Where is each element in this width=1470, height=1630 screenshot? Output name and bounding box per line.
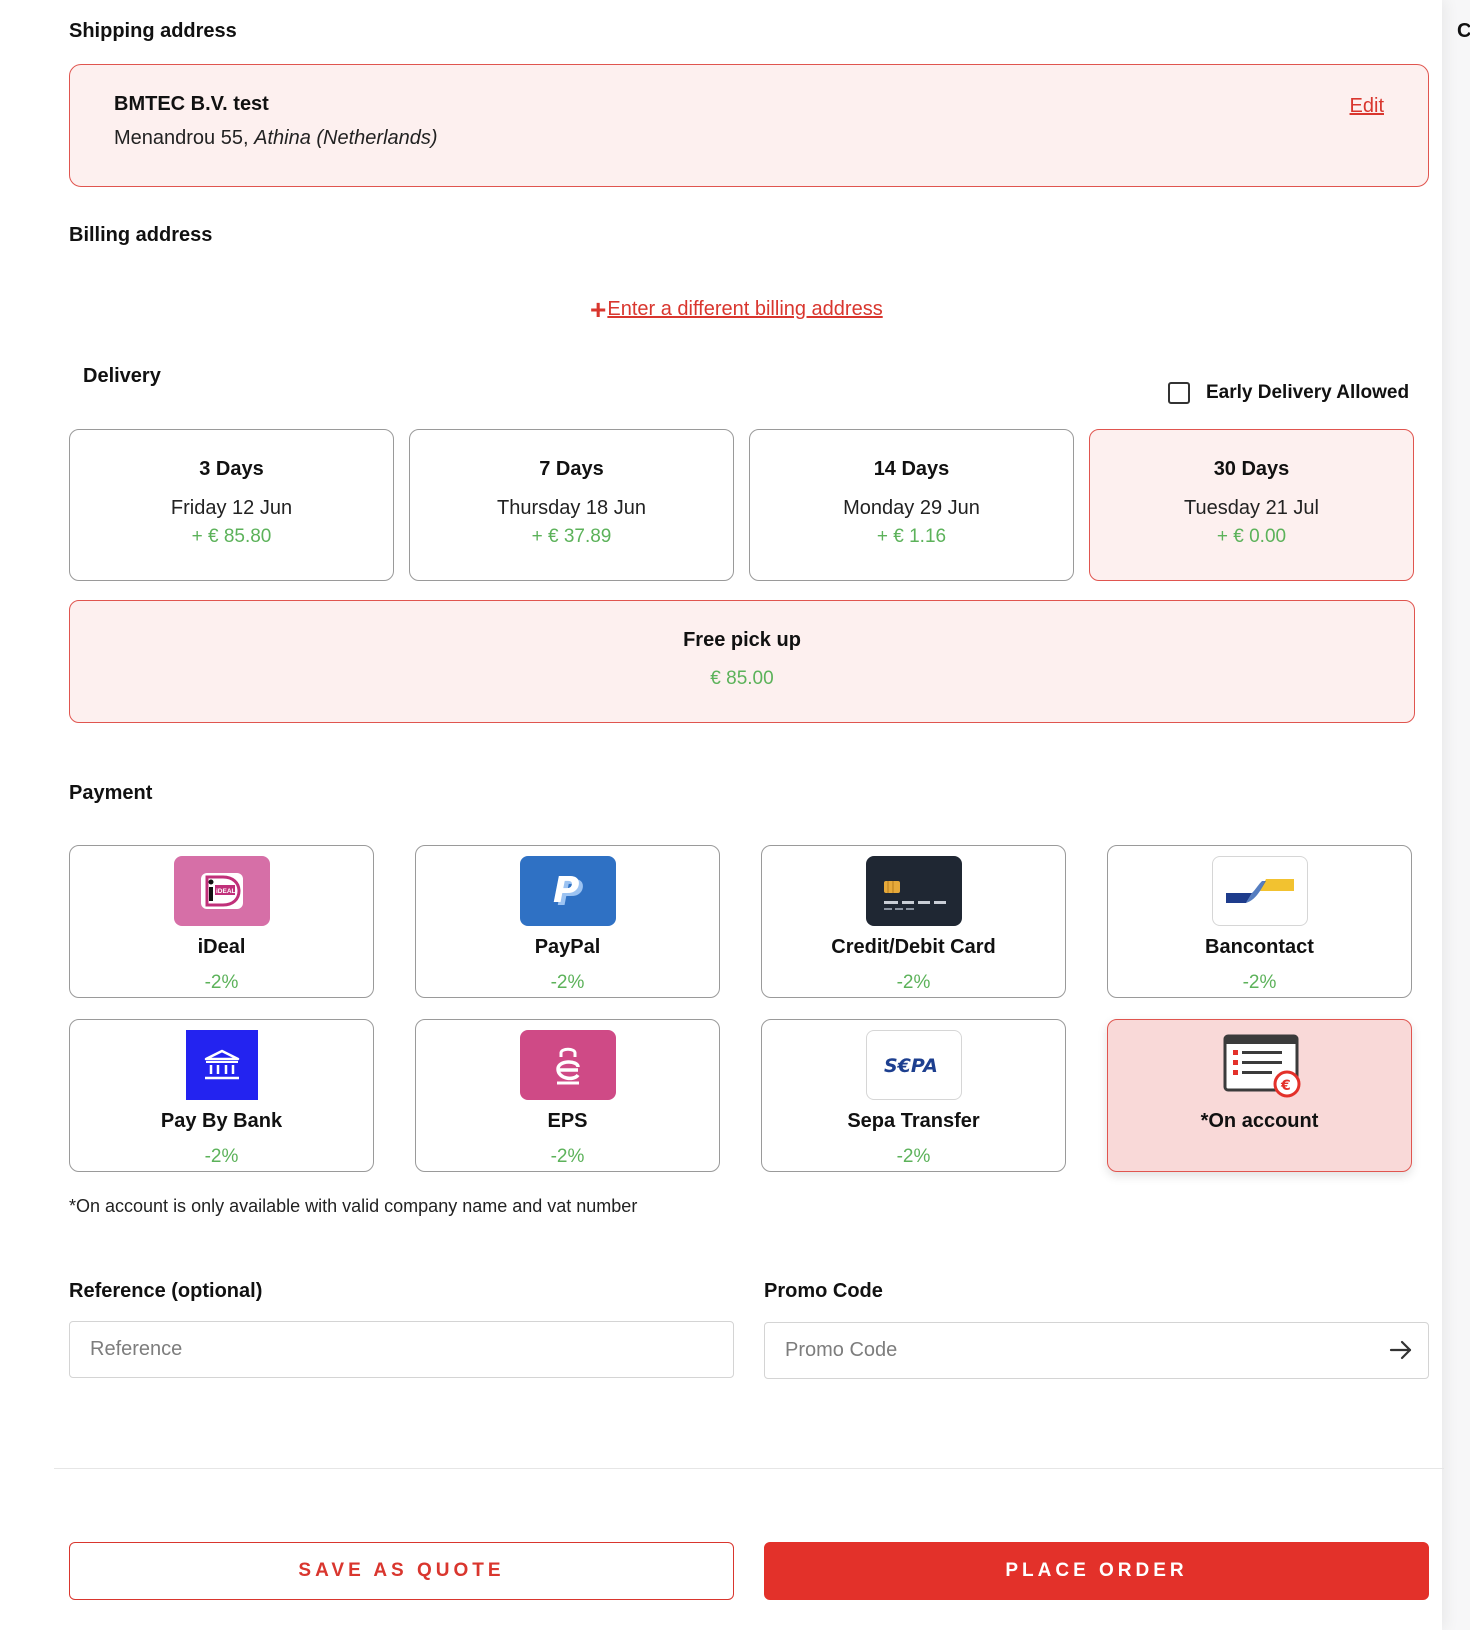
- payment-eps[interactable]: EPS -2%: [415, 1019, 720, 1172]
- delivery-option-7-days[interactable]: 7 Days Thursday 18 Jun + € 37.89: [409, 429, 734, 581]
- shipping-country: (Netherlands): [316, 127, 438, 149]
- payment-name: Credit/Debit Card: [831, 936, 996, 958]
- shipping-address-card[interactable]: BMTEC B.V. test Menandrou 55, Athina (Ne…: [69, 64, 1429, 187]
- payment-discount: -2%: [550, 1146, 585, 1167]
- different-billing-address-link[interactable]: + Enter a different billing address: [590, 293, 883, 325]
- payment-discount: -2%: [204, 972, 239, 993]
- delivery-days: 30 Days: [1213, 458, 1290, 480]
- edit-shipping-link[interactable]: Edit: [1350, 95, 1384, 118]
- clipped-column-glyph: C: [1457, 20, 1470, 42]
- payment-sepa[interactable]: S€PA Sepa Transfer -2%: [761, 1019, 1066, 1172]
- delivery-days: 7 Days: [539, 458, 604, 480]
- sepa-logo-text: S€PA: [884, 1055, 938, 1077]
- paypal-logo-front: P: [553, 870, 579, 911]
- payment-name: Bancontact: [1205, 936, 1314, 958]
- ideal-logo-text: iDEAL: [216, 888, 236, 895]
- payment-paypal[interactable]: P P PayPal -2%: [415, 845, 720, 998]
- payment-discount: -2%: [896, 1146, 931, 1167]
- promo-label: Promo Code: [764, 1280, 883, 1302]
- shipping-address-line: Menandrou 55, Athina (Netherlands): [114, 127, 438, 150]
- delivery-price: + € 85.80: [191, 526, 272, 547]
- ideal-icon: iDEAL: [173, 856, 270, 926]
- bancontact-icon: [1211, 856, 1308, 926]
- shipping-heading: Shipping address: [69, 20, 237, 42]
- bank-icon: [185, 1030, 258, 1100]
- apply-promo-arrow-icon[interactable]: [1388, 1337, 1414, 1363]
- delivery-date: Tuesday 21 Jul: [1184, 497, 1319, 519]
- delivery-heading: Delivery: [83, 365, 161, 387]
- footer-divider: [54, 1468, 1444, 1469]
- payment-name: Sepa Transfer: [847, 1110, 980, 1132]
- credit-card-icon: [865, 856, 962, 926]
- delivery-days: 14 Days: [873, 458, 950, 480]
- payment-discount: -2%: [204, 1146, 239, 1167]
- early-delivery-toggle[interactable]: Early Delivery Allowed: [1168, 382, 1409, 404]
- free-pickup-option[interactable]: Free pick up € 85.00: [69, 600, 1415, 723]
- early-delivery-checkbox[interactable]: [1168, 382, 1190, 404]
- invoice-euro-icon: €: [1212, 1030, 1308, 1100]
- payment-name: EPS: [547, 1110, 588, 1132]
- payment-ideal[interactable]: iDEAL iDeal -2%: [69, 845, 374, 998]
- payment-name: *On account: [1200, 1110, 1319, 1132]
- paypal-icon: P P: [519, 856, 616, 926]
- delivery-date: Friday 12 Jun: [170, 497, 293, 519]
- promo-code-input[interactable]: [764, 1322, 1429, 1379]
- payment-name: PayPal: [534, 936, 601, 958]
- sepa-icon: S€PA: [865, 1030, 962, 1100]
- payment-pay-by-bank[interactable]: Pay By Bank -2%: [69, 1019, 374, 1172]
- reference-input[interactable]: [69, 1321, 734, 1378]
- delivery-date: Thursday 18 Jun: [497, 497, 646, 519]
- delivery-price: + € 0.00: [1216, 526, 1287, 547]
- different-billing-address-label: Enter a different billing address: [607, 298, 883, 320]
- payment-heading: Payment: [69, 782, 153, 804]
- reference-label: Reference (optional): [69, 1280, 263, 1302]
- shipping-street: Menandrou 55,: [114, 127, 249, 149]
- payment-discount: -2%: [550, 972, 585, 993]
- pickup-label: Free pick up: [683, 629, 801, 651]
- place-order-button[interactable]: PLACE ORDER: [764, 1542, 1429, 1600]
- delivery-option-3-days[interactable]: 3 Days Friday 12 Jun + € 85.80: [69, 429, 394, 581]
- payment-on-account[interactable]: € *On account: [1107, 1019, 1412, 1172]
- delivery-option-14-days[interactable]: 14 Days Monday 29 Jun + € 1.16: [749, 429, 1074, 581]
- save-as-quote-button[interactable]: SAVE AS QUOTE: [69, 1542, 734, 1600]
- payment-credit-card[interactable]: Credit/Debit Card -2%: [761, 845, 1066, 998]
- delivery-days: 3 Days: [199, 458, 264, 480]
- payment-name: Pay By Bank: [160, 1110, 283, 1132]
- payment-discount: -2%: [896, 972, 931, 993]
- delivery-option-30-days[interactable]: 30 Days Tuesday 21 Jul + € 0.00: [1089, 429, 1414, 581]
- payment-bancontact[interactable]: Bancontact -2%: [1107, 845, 1412, 998]
- payment-name: iDeal: [197, 936, 246, 958]
- on-account-note: *On account is only available with valid…: [69, 1196, 638, 1216]
- checkout-page: Shipping address BMTEC B.V. test Menandr…: [0, 0, 1444, 1630]
- delivery-price: + € 1.16: [876, 526, 947, 547]
- shipping-city: Athina: [254, 127, 311, 149]
- shipping-name: BMTEC B.V. test: [114, 93, 269, 115]
- early-delivery-label: Early Delivery Allowed: [1206, 382, 1410, 403]
- delivery-price: + € 37.89: [531, 526, 612, 547]
- plus-icon: +: [590, 293, 607, 325]
- pickup-price: € 85.00: [710, 668, 774, 689]
- billing-heading: Billing address: [69, 224, 213, 246]
- eps-icon: [519, 1030, 616, 1100]
- svg-text:€: €: [1280, 1078, 1291, 1094]
- payment-discount: -2%: [1242, 972, 1277, 993]
- delivery-date: Monday 29 Jun: [843, 497, 980, 519]
